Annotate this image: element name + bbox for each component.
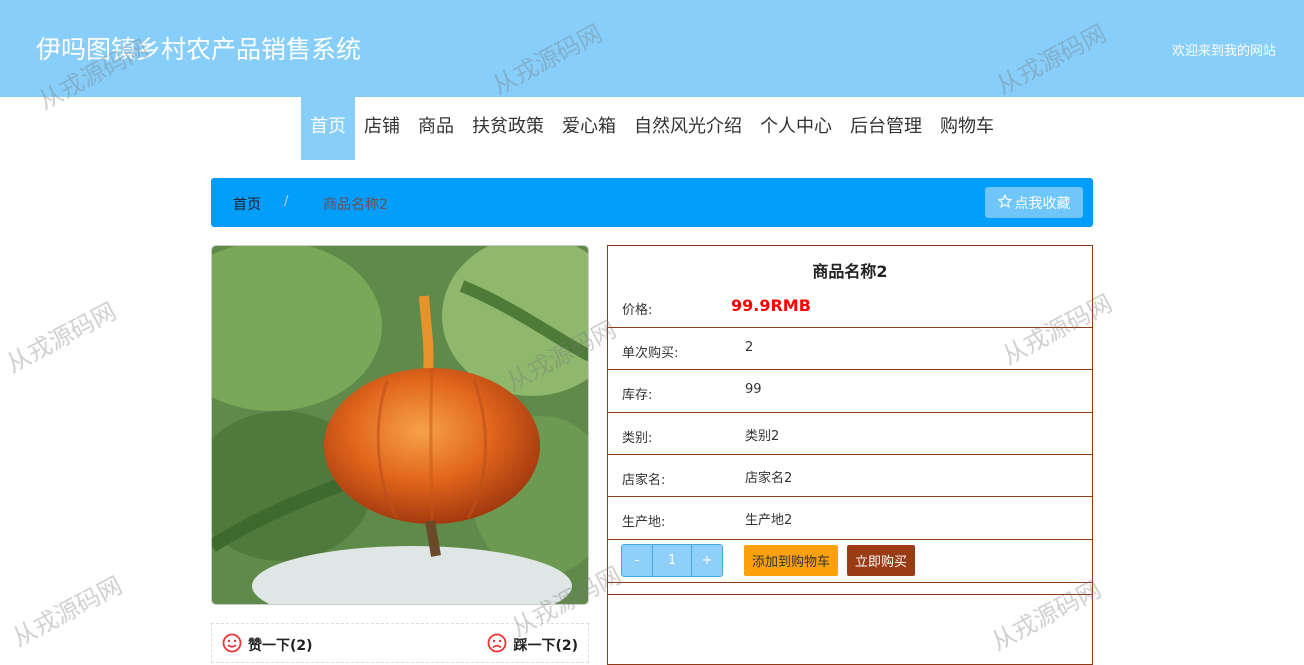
site-header: 伊吗图镇乡村农产品销售系统 欢迎来到我的网站 (0, 0, 1304, 97)
nav-admin[interactable]: 后台管理 (841, 97, 931, 160)
product-info-panel: 商品名称2 价格: 99.9RMB 单次购买: 2 库存: 99 类别: 类别2… (607, 245, 1093, 665)
welcome-text: 欢迎来到我的网站 (1171, 44, 1276, 59)
nav-user-center[interactable]: 个人中心 (751, 97, 841, 160)
nav-cart[interactable]: 购物车 (931, 97, 1003, 160)
nav-home[interactable]: 首页 (301, 97, 355, 160)
favorite-label: 点我收藏 (1014, 195, 1071, 212)
main-nav: 首页 店铺 商品 扶贫政策 爱心箱 自然风光介绍 个人中心 后台管理 购物车 (0, 97, 1304, 160)
spacer-row (608, 583, 1092, 595)
detail-row: 库存: 99 (608, 370, 1092, 413)
dislike-label: 踩一下(2) (513, 638, 578, 654)
breadcrumb-current: 商品名称2 (323, 197, 388, 213)
breadcrumb-home[interactable]: 首页 (233, 194, 261, 214)
detail-label: 单次购买: (622, 346, 679, 361)
price-value: 99.9RMB (731, 296, 811, 315)
vote-bar: 赞一下(2) 踩一下(2) (211, 623, 589, 663)
watermark: 从戎源码网 (7, 571, 127, 653)
product-name: 商品名称2 (812, 262, 888, 281)
nav-scenery[interactable]: 自然风光介绍 (625, 97, 751, 160)
detail-value: 店家名2 (745, 471, 793, 486)
favorite-button[interactable]: 点我收藏 (985, 187, 1083, 218)
nav-charity-box[interactable]: 爱心箱 (553, 97, 625, 160)
buy-now-button[interactable]: 立即购买 (847, 545, 915, 576)
watermark: 从戎源码网 (1, 297, 121, 379)
dislike-button[interactable]: 踩一下(2) (487, 633, 578, 657)
detail-row: 类别: 类别2 (608, 413, 1092, 455)
site-title: 伊吗图镇乡村农产品销售系统 (36, 35, 362, 64)
add-to-cart-button[interactable]: 添加到购物车 (744, 545, 838, 576)
detail-value: 2 (745, 340, 754, 355)
detail-row: 店家名: 店家名2 (608, 455, 1092, 497)
nav-products[interactable]: 商品 (409, 97, 463, 160)
detail-row: 生产地: 生产地2 (608, 497, 1092, 540)
like-button[interactable]: 赞一下(2) (222, 633, 313, 657)
smile-icon (222, 633, 242, 657)
detail-label: 库存: (622, 388, 653, 403)
detail-value: 类别2 (745, 429, 780, 444)
detail-value: 生产地2 (745, 513, 793, 528)
nav-policy[interactable]: 扶贫政策 (463, 97, 553, 160)
breadcrumb-separator: / (284, 194, 289, 209)
product-image (211, 245, 589, 605)
frown-icon (487, 633, 507, 657)
quantity-input[interactable]: 1 (653, 545, 692, 576)
price-label: 价格: (622, 303, 653, 318)
star-icon (996, 193, 1013, 212)
price-row: 价格: (608, 286, 1092, 328)
detail-label: 生产地: (622, 515, 666, 530)
detail-label: 店家名: (622, 473, 666, 488)
quantity-increase-button[interactable]: + (692, 545, 722, 576)
detail-label: 类别: (622, 431, 653, 446)
quantity-decrease-button[interactable]: - (622, 545, 653, 576)
detail-row: 单次购买: 2 (608, 328, 1092, 370)
detail-value: 99 (745, 382, 762, 397)
nav-shop[interactable]: 店铺 (355, 97, 409, 160)
breadcrumb: 首页 / 商品名称2 点我收藏 (211, 178, 1093, 227)
quantity-stepper: - 1 + (621, 544, 723, 577)
like-label: 赞一下(2) (248, 638, 313, 654)
